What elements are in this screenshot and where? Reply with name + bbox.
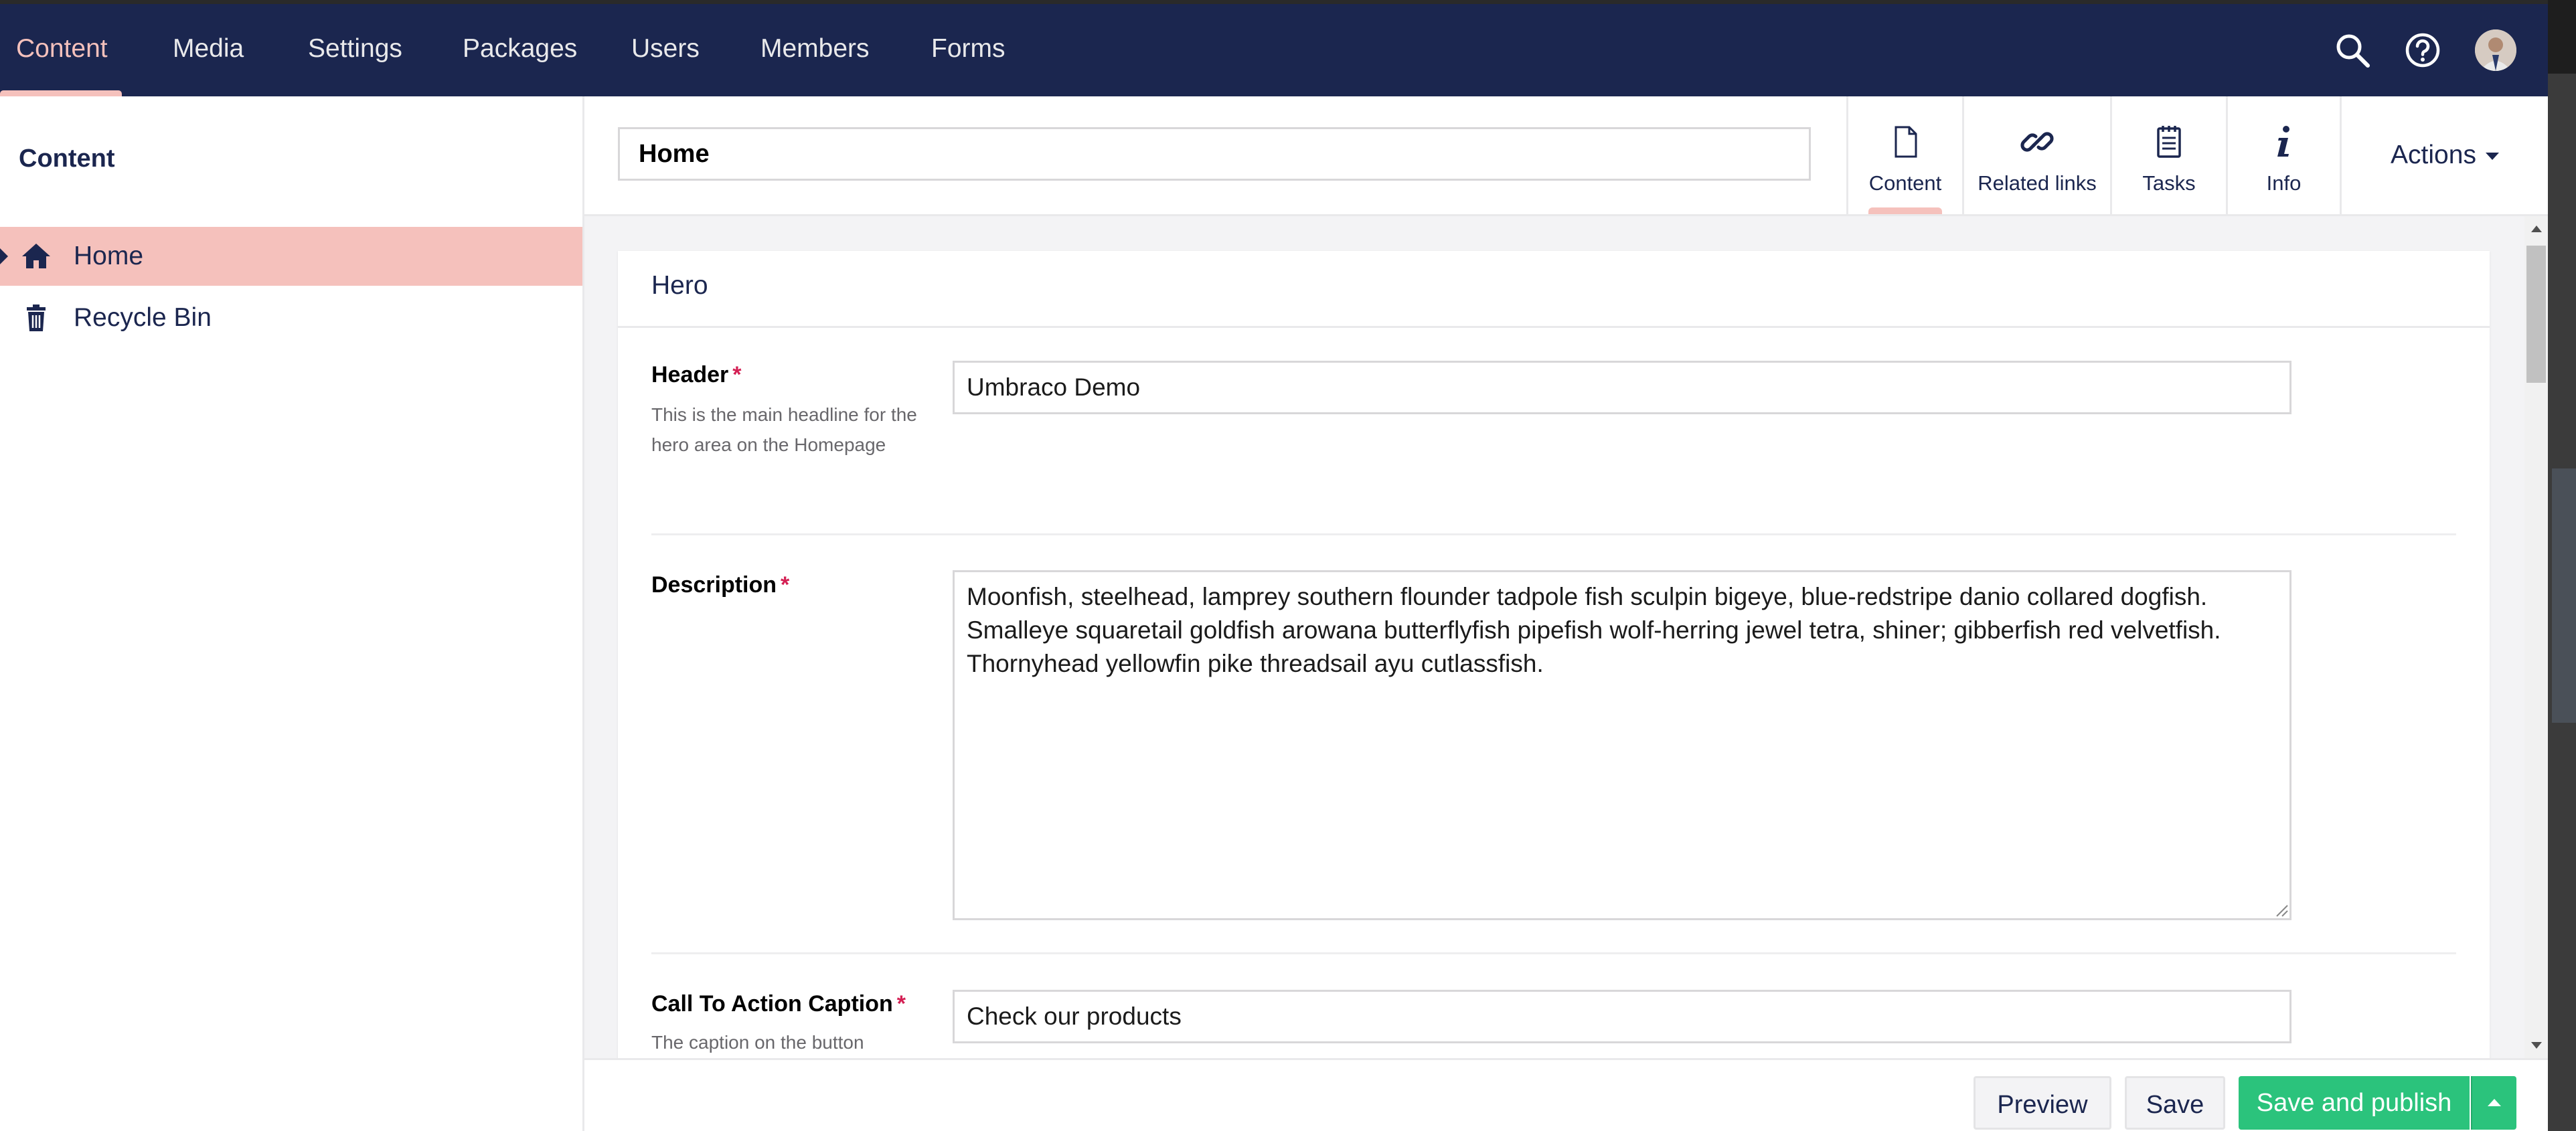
tree-item-home[interactable]: Home	[0, 227, 582, 286]
nav-users[interactable]: Users	[631, 4, 700, 96]
tree-item-home-label: Home	[74, 242, 144, 270]
scroll-up-arrow-icon[interactable]	[2531, 226, 2542, 232]
tree-item-recycle-bin-label: Recycle Bin	[74, 303, 212, 332]
editor-header: Content Related links Tasks	[584, 96, 2548, 216]
save-and-publish-button[interactable]: Save and publish	[2239, 1076, 2470, 1130]
tab-info[interactable]: Info	[2226, 96, 2342, 214]
info-icon	[2277, 126, 2289, 157]
nav-packages-label: Packages	[463, 34, 578, 63]
top-navigation: Content Media Settings Packages Users Me…	[0, 4, 2548, 96]
link-icon	[2020, 132, 2054, 152]
avatar-photo-icon	[2475, 29, 2516, 71]
nav-forms[interactable]: Forms	[931, 4, 1005, 96]
nav-content[interactable]: Content	[16, 4, 108, 96]
tree-item-recycle-bin[interactable]: Recycle Bin	[0, 288, 582, 347]
scrollbar-thumb[interactable]	[2526, 246, 2546, 383]
actions-label: Actions	[2391, 141, 2476, 169]
desktop-edge-light	[2552, 468, 2576, 723]
cta-caption-input[interactable]	[953, 990, 2291, 1043]
required-mark: *	[781, 572, 790, 598]
content-scrollbar[interactable]	[2524, 216, 2548, 1058]
header-label-text: Header	[651, 362, 729, 387]
tab-content[interactable]: Content	[1846, 96, 1962, 214]
save-button[interactable]: Save	[2125, 1076, 2225, 1130]
header-property-description: This is the main headline for the hero a…	[651, 404, 917, 455]
header-property-label: Header *	[651, 362, 742, 388]
cta-caption-property-description: The caption on the button	[651, 1032, 864, 1053]
tab-content-label: Content	[1868, 171, 1942, 195]
nav-settings-label: Settings	[308, 34, 402, 63]
preview-button[interactable]: Preview	[1974, 1076, 2111, 1130]
tab-related-links-label: Related links	[1978, 171, 2097, 195]
nav-active-indicator	[0, 90, 122, 96]
sidebar-title: Content	[19, 145, 115, 173]
cta-caption-property-label: Call To Action Caption *	[651, 991, 906, 1017]
desktop-edge-dark	[2548, 0, 2576, 74]
node-name-input[interactable]	[618, 127, 1811, 181]
description-property-label: Description *	[651, 572, 789, 598]
umbraco-backoffice: Content Media Settings Packages Users Me…	[0, 4, 2548, 1131]
resize-handle-icon[interactable]	[2273, 901, 2289, 918]
content-tree-sidebar: Content Home Recycle Bin	[0, 96, 584, 1131]
nav-settings[interactable]: Settings	[308, 4, 402, 96]
nav-media[interactable]: Media	[173, 4, 244, 96]
scroll-down-arrow-icon[interactable]	[2531, 1042, 2542, 1049]
notepad-icon	[2157, 126, 2181, 158]
document-icon	[1895, 126, 1917, 158]
description-label-text: Description	[651, 572, 777, 598]
editor-content-area: Hero Header * This is the main headline f…	[584, 216, 2548, 1058]
search-icon[interactable]	[2333, 31, 2372, 70]
description-textarea[interactable]: Moonfish, steelhead, lamprey southern fl…	[953, 570, 2291, 920]
required-mark: *	[896, 991, 906, 1017]
nav-packages[interactable]: Packages	[463, 4, 577, 96]
cta-caption-label-text: Call To Action Caption	[651, 991, 893, 1017]
property-divider	[651, 533, 2456, 535]
tab-related-links[interactable]: Related links	[1962, 96, 2110, 214]
chevron-down-icon	[2485, 153, 2499, 161]
tab-info-label: Info	[2266, 171, 2302, 195]
nav-users-label: Users	[631, 34, 700, 63]
desktop-background-edge	[2548, 0, 2576, 1131]
nav-content-label: Content	[16, 34, 108, 63]
trash-icon	[27, 304, 46, 331]
caret-up-icon	[2488, 1099, 2501, 1106]
home-icon	[22, 244, 50, 268]
property-divider	[651, 952, 2456, 954]
hero-group-panel: Hero Header * This is the main headline f…	[618, 251, 2490, 1058]
publish-options-toggle[interactable]	[2471, 1076, 2516, 1130]
nav-members[interactable]: Members	[760, 4, 870, 96]
user-avatar[interactable]	[2475, 29, 2516, 71]
nav-members-label: Members	[760, 34, 870, 63]
tab-tasks-label: Tasks	[2142, 171, 2196, 195]
nav-forms-label: Forms	[931, 34, 1005, 63]
tree-expand-caret-icon[interactable]	[0, 248, 8, 264]
editor-footer: Preview Save Save and publish	[584, 1058, 2548, 1131]
actions-dropdown-button[interactable]: Actions	[2340, 96, 2548, 214]
header-input[interactable]	[953, 361, 2291, 414]
tab-tasks[interactable]: Tasks	[2110, 96, 2226, 214]
panel-title: Hero	[651, 271, 708, 300]
tab-active-indicator	[1868, 207, 1942, 214]
panel-header: Hero	[618, 251, 2490, 328]
required-mark: *	[732, 362, 742, 387]
nav-media-label: Media	[173, 34, 244, 63]
help-icon[interactable]	[2403, 31, 2442, 70]
